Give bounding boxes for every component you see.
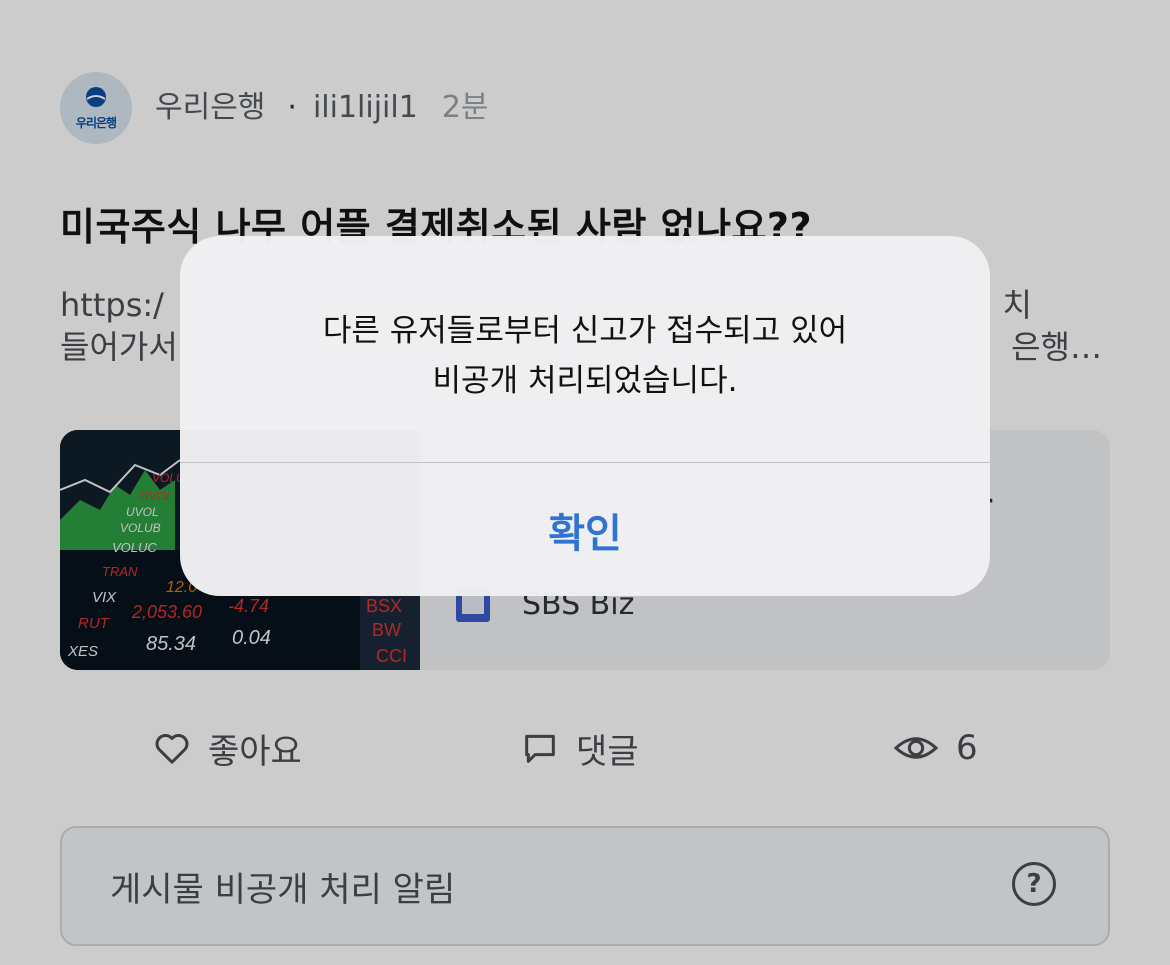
alert-message-line1: 다른 유저들로부터 신고가 접수되고 있어 — [322, 313, 848, 349]
alert-message: 다른 유저들로부터 신고가 접수되고 있어 비공개 처리되었습니다. — [180, 306, 990, 406]
alert-message-line2: 비공개 처리되었습니다. — [432, 363, 738, 399]
confirm-button[interactable]: 확인 — [180, 463, 990, 596]
alert-dialog: 다른 유저들로부터 신고가 접수되고 있어 비공개 처리되었습니다. 확인 — [180, 236, 990, 596]
